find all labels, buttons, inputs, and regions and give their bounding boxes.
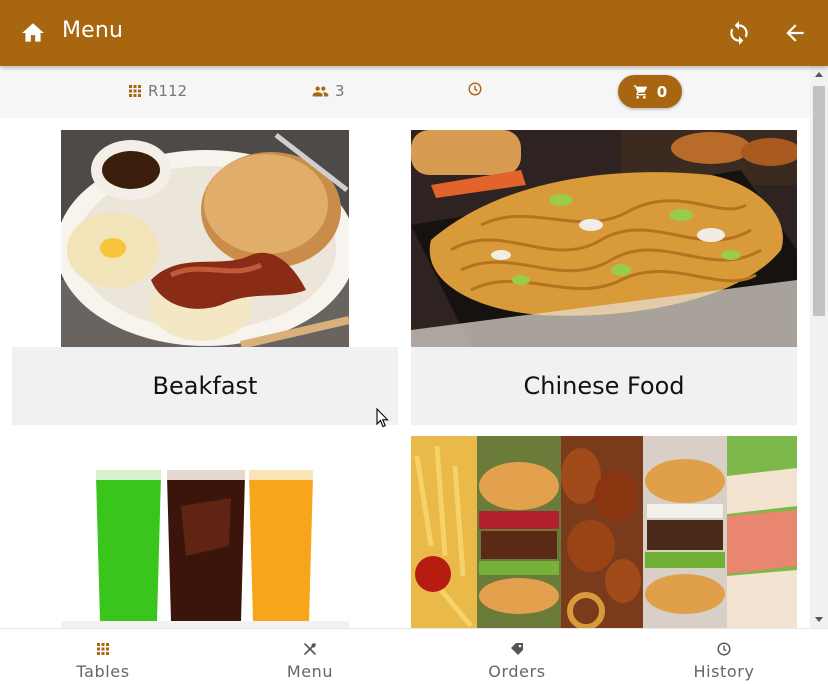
breakfast-image [61, 130, 349, 347]
guest-count: 3 [335, 82, 345, 100]
category-label: Beakfast [12, 347, 398, 425]
utensils-icon [304, 643, 316, 655]
order-info-bar: R112 3 0 [0, 66, 810, 118]
table-number: R112 [148, 82, 188, 100]
time-indicator[interactable] [468, 82, 482, 96]
fast-food-image [411, 436, 797, 628]
app-bar: Menu [0, 0, 828, 66]
nav-orders-label: Orders [488, 662, 546, 681]
guest-count-indicator[interactable]: 3 [312, 82, 345, 100]
tag-icon [511, 643, 523, 655]
category-label: Chinese Food [411, 347, 797, 425]
nav-tables[interactable]: Tables [43, 629, 163, 684]
scroll-down-arrow-icon[interactable] [815, 617, 823, 622]
nav-menu[interactable]: Menu [250, 629, 370, 684]
scrollbar[interactable] [810, 66, 828, 628]
category-card-breakfast[interactable]: Beakfast [12, 130, 398, 425]
sync-icon[interactable] [726, 20, 752, 46]
category-card-fast-food[interactable] [411, 436, 797, 628]
category-grid: Beakfast Chinese Food [0, 118, 810, 628]
cart-icon [633, 84, 647, 99]
back-arrow-icon[interactable] [782, 20, 808, 46]
people-icon [312, 86, 329, 96]
grid-icon [129, 85, 141, 97]
scroll-up-arrow-icon[interactable] [815, 72, 823, 77]
drinks-image [61, 436, 349, 628]
bottom-navigation: Tables Menu Orders History [0, 628, 828, 684]
nav-history-label: History [693, 662, 755, 681]
nav-menu-label: Menu [286, 662, 334, 681]
clock-icon [717, 642, 731, 656]
clock-icon [468, 82, 482, 96]
chinese-food-image [411, 130, 797, 347]
category-card-chinese-food[interactable]: Chinese Food [411, 130, 797, 425]
nav-history[interactable]: History [664, 629, 784, 684]
cart-button[interactable]: 0 [618, 75, 682, 108]
mouse-cursor-icon [376, 408, 389, 428]
nav-orders[interactable]: Orders [457, 629, 577, 684]
table-indicator[interactable]: R112 [128, 82, 187, 100]
nav-tables-label: Tables [76, 662, 130, 681]
category-card-drinks[interactable] [12, 436, 398, 628]
grid-icon [97, 643, 109, 655]
home-icon[interactable] [20, 20, 46, 46]
page-title: Menu [62, 18, 124, 43]
cart-count: 0 [656, 82, 668, 101]
scrollbar-thumb[interactable] [813, 86, 825, 316]
